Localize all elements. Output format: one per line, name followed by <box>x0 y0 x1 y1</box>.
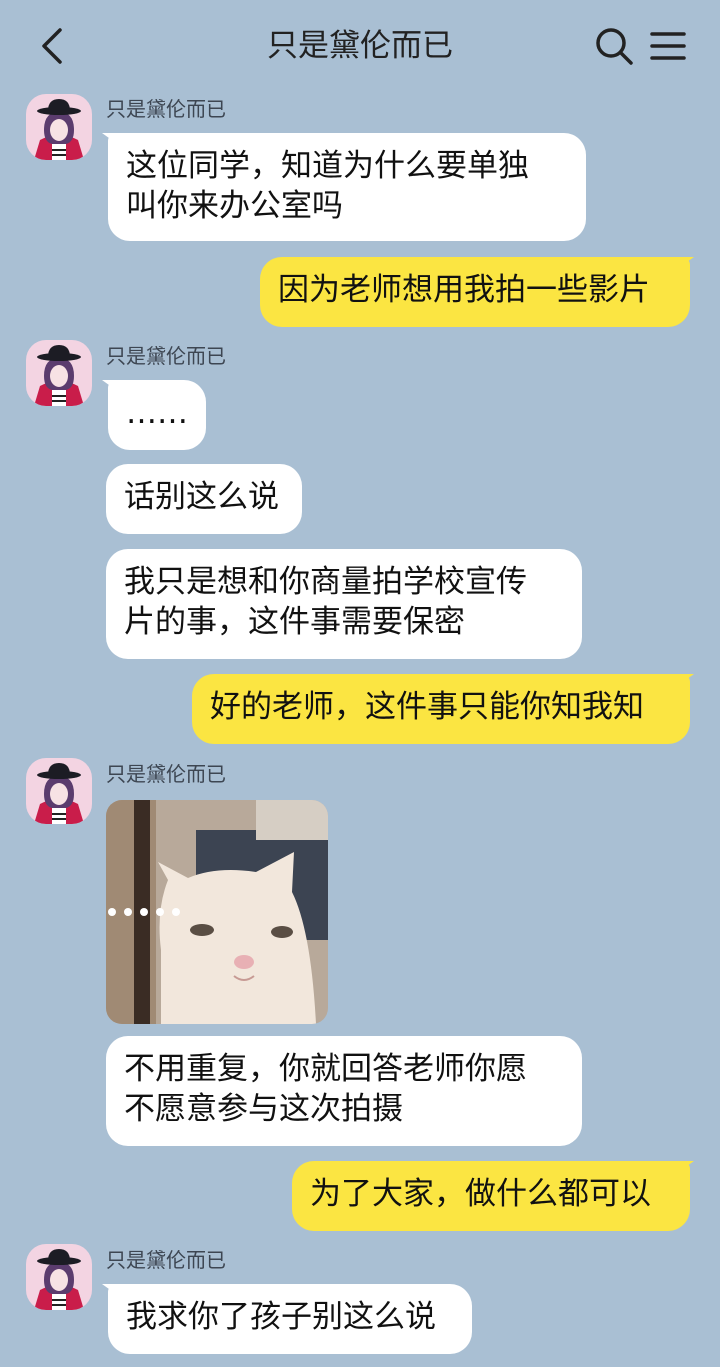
message-bubble-outgoing[interactable]: 因为老师想用我拍一些影片 <box>260 257 690 327</box>
sender-name: 只是黛伦而已 <box>106 344 226 368</box>
cat-meme-image[interactable] <box>106 800 328 1024</box>
sender-avatar[interactable] <box>26 94 92 160</box>
menu-button[interactable] <box>648 28 688 64</box>
message-line: 片的事，这件事需要保密 <box>124 604 465 640</box>
sender-avatar[interactable] <box>26 758 92 824</box>
message-bubble-incoming[interactable]: 话别这么说 <box>106 464 302 534</box>
message-text: 我求你了孩子别这么说 <box>126 1299 436 1335</box>
message-bubble-incoming[interactable]: 我求你了孩子别这么说 <box>108 1284 472 1354</box>
message-bubble-incoming[interactable]: …… <box>108 380 206 450</box>
message-text: 因为老师想用我拍一些影片 <box>278 272 650 308</box>
message-bubble-incoming[interactable]: 我只是想和你商量拍学校宣传 片的事，这件事需要保密 <box>106 549 582 659</box>
sender-name: 只是黛伦而已 <box>106 762 226 786</box>
menu-icon <box>650 32 686 60</box>
sender-name: 只是黛伦而已 <box>106 97 226 121</box>
message-line: 叫你来办公室吗 <box>126 188 343 224</box>
message-text: 话别这么说 <box>124 479 279 515</box>
search-button[interactable] <box>594 26 634 66</box>
message-bubble-outgoing[interactable]: 为了大家，做什么都可以 <box>292 1161 690 1231</box>
message-text: 好的老师，这件事只能你知我知 <box>210 689 644 725</box>
search-icon <box>596 28 633 65</box>
message-line: 这位同学，知道为什么要单独 <box>126 148 529 184</box>
message-line: 不愿意参与这次拍摄 <box>124 1091 403 1127</box>
sender-avatar[interactable] <box>26 1244 92 1310</box>
message-bubble-incoming[interactable]: 不用重复，你就回答老师你愿 不愿意参与这次拍摄 <box>106 1036 582 1146</box>
chat-header: 只是黛伦而已 <box>0 0 720 94</box>
sender-name: 只是黛伦而已 <box>106 1248 226 1272</box>
message-text: 为了大家，做什么都可以 <box>310 1176 651 1212</box>
message-text: …… <box>126 395 188 431</box>
sender-avatar[interactable] <box>26 340 92 406</box>
message-line: 我只是想和你商量拍学校宣传 <box>124 564 527 600</box>
message-line: 不用重复，你就回答老师你愿 <box>124 1051 527 1087</box>
message-bubble-incoming[interactable]: 这位同学，知道为什么要单独 叫你来办公室吗 <box>108 133 586 241</box>
message-bubble-outgoing[interactable]: 好的老师，这件事只能你知我知 <box>192 674 690 744</box>
